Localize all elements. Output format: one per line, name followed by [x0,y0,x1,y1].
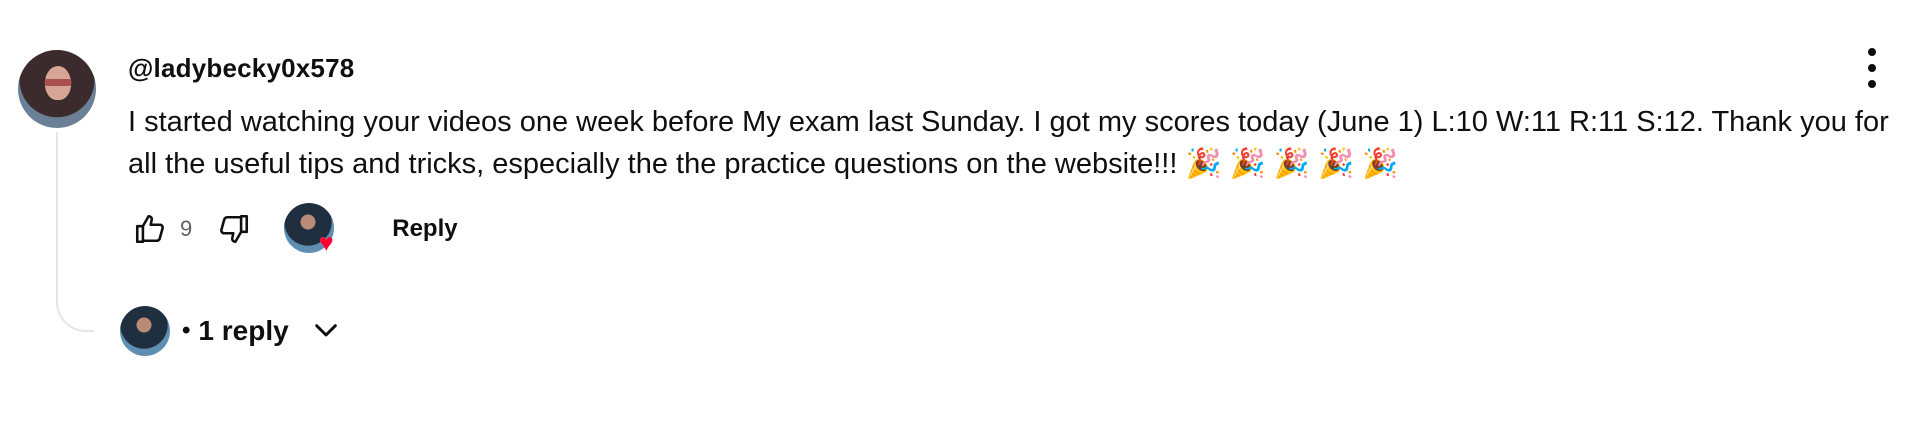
creator-heart-badge: ♥ [284,203,336,257]
reply-author-avatar [120,306,170,356]
reply-button[interactable]: Reply [380,209,469,249]
comment-action-bar: 9 ♥ Reply [128,203,470,257]
avatar-glasses [44,79,72,86]
like-button[interactable] [128,207,172,251]
comment-text: I started watching your videos one week … [128,106,1889,180]
reply-count-label: 1 reply [198,315,289,346]
comment-author-avatar[interactable] [18,50,96,128]
chevron-down-icon [309,314,343,348]
reply-separator: • [182,317,191,344]
like-count: 9 [180,216,193,241]
more-vertical-icon-dot [1868,64,1876,72]
view-replies-button[interactable]: • 1 reply [120,304,343,358]
reply-thread-line [56,132,94,332]
thumb-up-icon [135,214,164,244]
more-vertical-icon [1868,48,1876,56]
heart-icon: ♥ [318,229,334,257]
more-vertical-icon-dot [1868,80,1876,88]
comment-more-actions-button[interactable] [1858,48,1886,92]
dislike-button[interactable] [212,207,256,251]
comment-author-name[interactable]: @ladybecky0x578 [128,53,354,84]
thumb-down-icon [220,214,249,244]
